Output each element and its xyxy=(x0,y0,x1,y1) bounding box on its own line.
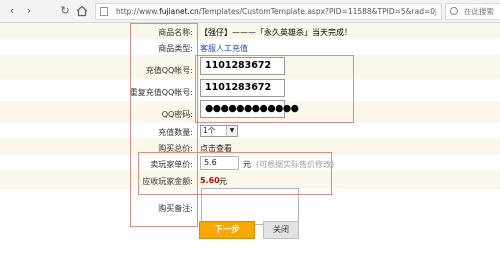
receivable-amount: 5.60 xyxy=(200,176,220,185)
remark-textarea[interactable] xyxy=(201,188,299,225)
unit-price-row: 卖玩家单价: 元 (可根据实际售价修改) xyxy=(0,155,500,171)
page-icon xyxy=(100,7,108,16)
qq-password-input[interactable]: ●●●●●●●●●●●● xyxy=(200,100,299,118)
unit-price-hint: (可根据实际售价修改) xyxy=(256,160,335,169)
quantity-select[interactable]: 1个 ▼ xyxy=(200,125,238,137)
search-input[interactable]: 在此搜索 xyxy=(445,3,500,20)
close-button[interactable]: 关闭 xyxy=(263,221,299,239)
receivable-unit: 元 xyxy=(219,177,227,186)
receivable-label: 应收玩家金额: xyxy=(142,177,193,186)
total-label: 购买总价: xyxy=(158,144,193,153)
refresh-icon[interactable]: ↻ xyxy=(58,4,72,18)
qq-repeat-label: 重复充值QQ帐号: xyxy=(129,88,193,97)
product-name-value: 【强仔】———「永久英雄杀」当天完成！ xyxy=(200,28,352,37)
remark-label: 购买备注: xyxy=(158,204,193,213)
product-name-row: 商品名称: 【强仔】———「永久英雄杀」当天完成！ xyxy=(0,23,500,39)
back-arrow-icon[interactable]: ‹ xyxy=(5,4,19,18)
product-type-link[interactable]: 客服人工充值 xyxy=(200,43,248,54)
total-link[interactable]: 点击查看 xyxy=(200,143,232,154)
address-bar[interactable]: http://www.fujianet.cn/Templates/CustomT… xyxy=(95,3,442,20)
password-label: QQ密码: xyxy=(161,110,193,119)
next-step-button[interactable]: 下一步 xyxy=(199,221,255,239)
quantity-label: 充值数量: xyxy=(158,128,193,137)
browser-toolbar: ‹ › ↻ http://www.fujianet.cn/Templates/C… xyxy=(0,0,500,23)
quantity-row: 充值数量: xyxy=(0,123,500,139)
qq-repeat-input[interactable]: 1101283672 xyxy=(200,79,285,97)
unit-price-input[interactable]: 5.6 xyxy=(200,156,239,170)
url-text: http://www.fujianet.cn/Templates/CustomT… xyxy=(116,7,436,16)
product-type-label: 商品类型: xyxy=(158,44,193,53)
product-name-label: 商品名称: xyxy=(158,28,193,37)
unit-price-unit: 元 xyxy=(243,160,251,169)
qq-label: 充值QQ帐号: xyxy=(145,66,193,75)
product-type-row: 商品类型: 客服人工充值 xyxy=(0,39,500,55)
recharge-form: 商品名称: 【强仔】———「永久英雄杀」当天完成！ 商品类型: 客服人工充值 充… xyxy=(0,23,500,259)
forward-arrow-icon[interactable]: › xyxy=(22,4,36,18)
unit-price-label: 卖玩家单价: xyxy=(150,160,193,169)
qq-account-input[interactable]: 1101283672 xyxy=(200,57,285,75)
chevron-down-icon: ▼ xyxy=(226,126,237,136)
home-icon[interactable] xyxy=(75,4,89,18)
receivable-row: 应收玩家金额: 5.60 元 xyxy=(0,171,500,189)
total-row: 购买总价: 点击查看 xyxy=(0,139,500,155)
search-icon xyxy=(450,7,458,15)
